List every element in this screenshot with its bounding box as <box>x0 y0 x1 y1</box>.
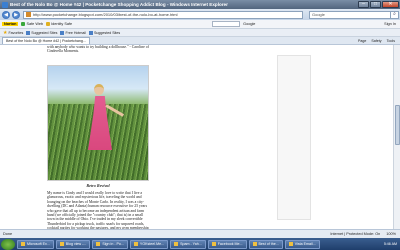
taskbar-item-label: Blog view -... <box>65 242 87 246</box>
start-button[interactable] <box>1 238 15 250</box>
toolbar-item-label: Google <box>243 22 256 26</box>
app-icon <box>211 242 216 246</box>
window-controls: – □ ✕ <box>357 0 399 9</box>
address-url: http://www.pocketchange.blogspot.com/201… <box>33 12 178 17</box>
app-icon <box>21 242 25 246</box>
magnifier-icon[interactable]: ⌕ <box>390 10 398 19</box>
address-input[interactable]: http://www.pocketchange.blogspot.com/201… <box>23 10 303 19</box>
toolbar-item-sign-in[interactable]: Sign In <box>384 22 396 26</box>
maximize-button[interactable]: □ <box>370 0 381 8</box>
page-menu[interactable]: Page <box>358 39 366 43</box>
site-favicon-icon <box>26 12 31 17</box>
clock[interactable]: 5:46 AM <box>384 242 397 246</box>
forward-button[interactable]: ▶ <box>12 10 20 19</box>
google-toolbar-search[interactable] <box>212 21 241 27</box>
post-quote: with anybody who wants to try building a… <box>47 45 149 54</box>
woman-in-pink-dress <box>88 84 125 164</box>
pink-dress <box>88 96 112 150</box>
window-titlebar: Best of the Nolo Bo @ Home #42 | Pocketc… <box>0 0 400 9</box>
taskbar-item[interactable]: Best of the... <box>248 239 283 249</box>
page-content: with anybody who wants to try building a… <box>0 45 400 229</box>
app-icon <box>288 242 293 246</box>
key-icon <box>46 22 51 26</box>
taskbar-item-label: YOKsteel.Me... <box>139 242 165 246</box>
toolbar-item-label: Identity Safe <box>51 22 73 26</box>
left-margin <box>0 45 42 229</box>
post-body: My name is Cindy and I would really love… <box>47 191 149 229</box>
minimize-button[interactable]: – <box>358 0 369 8</box>
back-button[interactable]: ◀ <box>2 10 10 19</box>
blog-post: with anybody who wants to try building a… <box>47 45 149 229</box>
favorites-button[interactable]: ★ Favorites <box>3 30 23 36</box>
command-bar: Page Safety Tools <box>358 39 400 43</box>
norton-toolbar: Norton Safe Web Identity Safe Google Sig… <box>0 20 400 29</box>
taskbar-item-label: Vista Email... <box>294 242 316 246</box>
app-icon <box>59 242 64 246</box>
favorite-item-label: Suggested Sites <box>94 30 121 35</box>
taskbar-item[interactable]: Spam - Yah... <box>170 239 206 249</box>
status-right: Internet | Protected Mode: On 100% <box>324 232 396 236</box>
app-icon <box>96 242 101 246</box>
app-icon <box>252 242 257 246</box>
status-text: Done <box>3 232 13 236</box>
taskbar-item-label: Facebook Me... <box>217 242 243 246</box>
right-sidebar <box>153 45 400 229</box>
norton-logo[interactable]: Norton <box>2 22 19 26</box>
taskbar-item[interactable]: Facebook Me... <box>207 239 247 249</box>
close-button[interactable]: ✕ <box>382 0 399 8</box>
safety-menu[interactable]: Safety <box>371 39 381 43</box>
tools-menu[interactable]: Tools <box>387 39 395 43</box>
toolbar-item-label: Sign In <box>384 22 396 26</box>
page-icon <box>60 30 65 35</box>
status-bar: Done Internet | Protected Mode: On 100% <box>0 229 400 238</box>
post-heading: Retro Revival <box>86 183 110 188</box>
favorite-item[interactable]: Suggested Sites <box>89 30 121 35</box>
vertical-scrollbar[interactable] <box>393 45 400 229</box>
windows-taskbar: Microsoft Ex... Blog view -... Sign in -… <box>0 238 400 250</box>
toolbar-item-identity-safe[interactable]: Identity Safe <box>46 22 72 26</box>
app-icon <box>133 242 138 246</box>
favorites-bar: ★ Favorites Suggested Sites Free Hotmail… <box>0 29 400 37</box>
favorites-label: Favorites <box>8 30 24 35</box>
taskbar-item[interactable]: Vista Email... <box>284 239 320 249</box>
post-photo <box>47 65 149 181</box>
toolbar-item-safe-web[interactable]: Safe Web <box>21 22 43 26</box>
page-icon <box>26 30 31 35</box>
taskbar-item[interactable]: Sign in - Po... <box>92 239 128 249</box>
toolbar-item-google[interactable]: Google <box>243 22 255 26</box>
taskbar-item-label: Best of the... <box>258 242 279 246</box>
taskbar-item-label: Spam - Yah... <box>180 242 202 246</box>
window-title: Best of the Nolo Bo @ Home #42 | Pocketc… <box>10 2 228 7</box>
tab-row: Best of the Nolo Bo @ Home #42 | Pocketc… <box>0 37 400 45</box>
zoom-level[interactable]: 100% <box>386 232 396 236</box>
person-head <box>94 84 104 95</box>
page-icon <box>89 30 94 35</box>
system-tray: 5:46 AM <box>380 242 397 246</box>
shield-icon <box>21 22 26 26</box>
favorite-item-label: Free Hotmail <box>65 30 87 35</box>
taskbar-item[interactable]: Blog view -... <box>55 239 91 249</box>
sidebar-ad <box>277 55 311 220</box>
favorite-item[interactable]: Suggested Sites <box>26 30 58 35</box>
search-provider-label: Google <box>312 12 325 17</box>
taskbar-item[interactable]: Microsoft Ex... <box>17 239 54 249</box>
address-toolbar: ◀ ▶ http://www.pocketchange.blogspot.com… <box>0 9 400 20</box>
toolbar-item-label: Safe Web <box>26 22 44 26</box>
favorite-item-label: Suggested Sites <box>31 30 58 35</box>
search-input[interactable]: Google ⌕ <box>309 10 399 19</box>
scrollbar-thumb[interactable] <box>395 105 400 145</box>
ie-icon <box>2 1 8 8</box>
star-icon: ★ <box>3 29 8 36</box>
favorite-item[interactable]: Free Hotmail <box>60 30 87 35</box>
taskbar-item[interactable]: YOKsteel.Me... <box>129 239 169 249</box>
taskbar-item-label: Sign in - Po... <box>102 242 124 246</box>
app-icon <box>174 242 179 246</box>
security-zone[interactable]: Internet | Protected Mode: On <box>330 232 380 236</box>
taskbar-item-label: Microsoft Ex... <box>27 242 50 246</box>
tab-active[interactable]: Best of the Nolo Bo @ Home #42 | Pocketc… <box>2 37 90 44</box>
